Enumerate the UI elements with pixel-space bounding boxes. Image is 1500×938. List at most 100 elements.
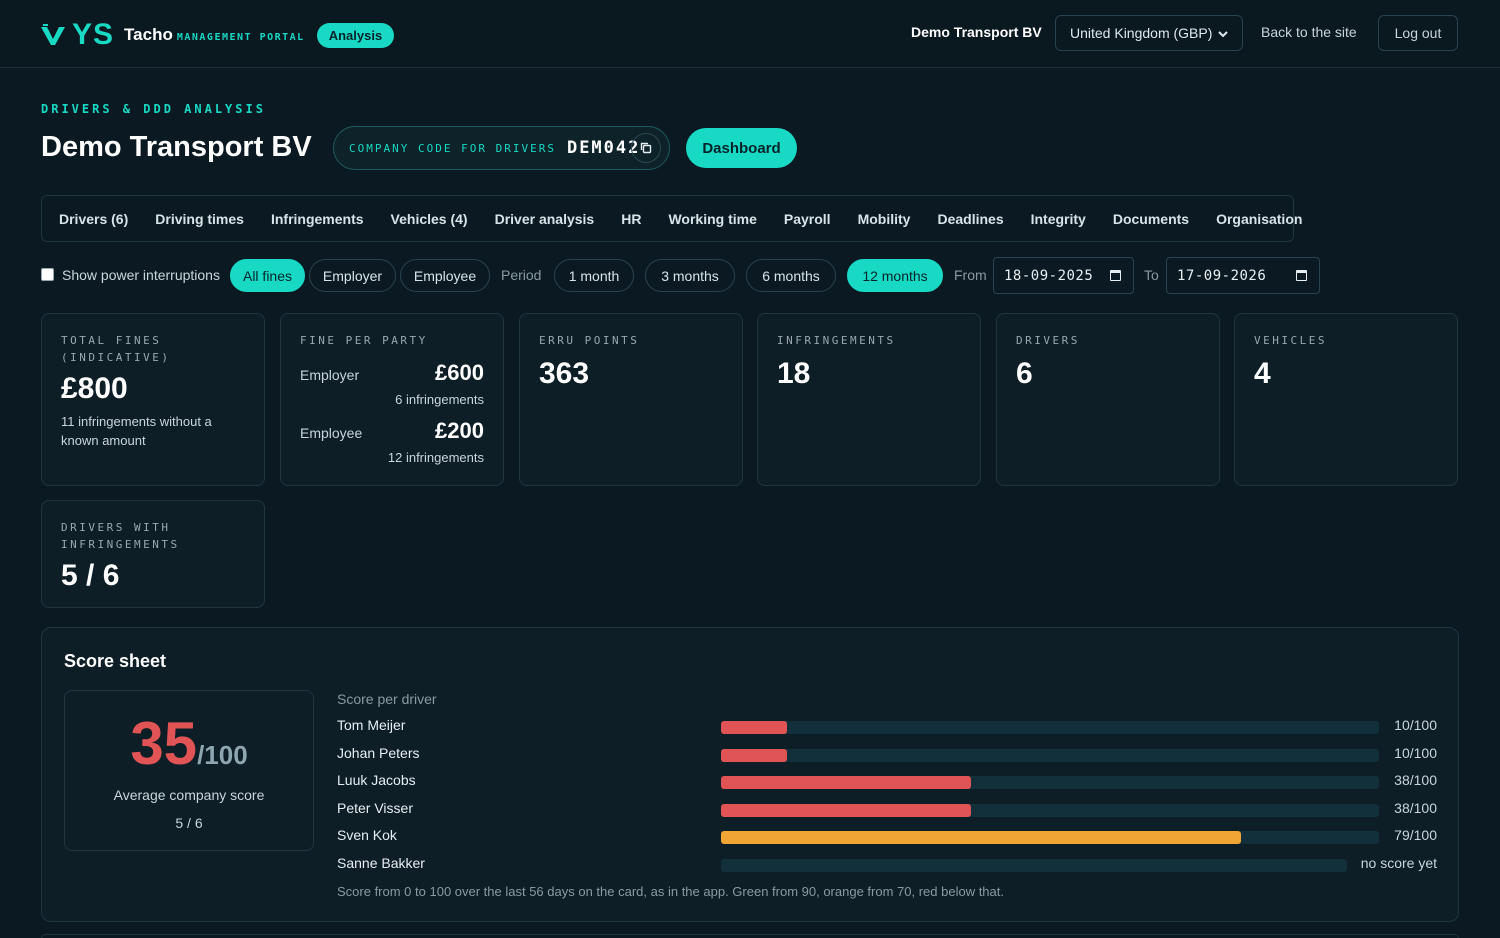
total-fines-card: TOTAL FINES (INDICATIVE) £800 11 infring…: [41, 313, 265, 486]
logo-mark-icon: [40, 23, 70, 47]
to-label: To: [1144, 267, 1159, 283]
score-bar-track: [721, 776, 1379, 790]
driver-name[interactable]: Luuk Jacobs: [337, 772, 416, 788]
employer-count: 6 infringements: [395, 392, 484, 407]
erru-points-card: ERRU POINTS 363: [519, 313, 743, 486]
current-company: Demo Transport BV: [911, 24, 1042, 40]
period-12-months[interactable]: 12 months: [847, 259, 943, 292]
driver-score-value: 79/100: [1394, 827, 1437, 844]
score-bar-fill: [721, 831, 1241, 845]
vehicles-value: 4: [1254, 357, 1271, 390]
driver-score-row: Sven Kok 79/100: [337, 827, 1437, 847]
driver-score-row: Luuk Jacobs 38/100: [337, 772, 1437, 792]
driver-score-value: 38/100: [1394, 772, 1437, 789]
average-score-box: 35/100 Average company score 5 / 6: [64, 690, 314, 851]
score-bar-track: [721, 859, 1347, 872]
driver-score-value: 38/100: [1394, 799, 1437, 816]
period-6-months[interactable]: 6 months: [746, 259, 836, 292]
tab-organisation[interactable]: Organisation: [1216, 211, 1302, 227]
logout-button[interactable]: Log out: [1378, 15, 1458, 51]
driver-name[interactable]: Johan Peters: [337, 745, 420, 761]
section-badge: Analysis: [316, 22, 395, 48]
drivers-with-infringements-card: DRIVERS WITH INFRINGEMENTS 5 / 6: [41, 500, 265, 608]
score-footnote: Score from 0 to 100 over the last 56 day…: [337, 884, 1004, 899]
average-score-value: 35: [130, 710, 198, 777]
to-date-input[interactable]: 17-09-2026: [1166, 257, 1320, 294]
score-sheet-panel: Score sheet 35/100 Average company score…: [41, 627, 1459, 922]
calendar-icon[interactable]: [1110, 270, 1121, 281]
tab-payroll[interactable]: Payroll: [784, 211, 831, 227]
employer-amount: £600: [435, 360, 484, 385]
tab-driver-analysis[interactable]: Driver analysis: [495, 211, 595, 227]
back-to-site-link[interactable]: Back to the site: [1261, 24, 1357, 40]
erru-points-value: 363: [539, 357, 590, 390]
tab-deadlines[interactable]: Deadlines: [937, 211, 1003, 227]
tab-driving-times[interactable]: Driving times: [155, 211, 244, 227]
calendar-icon[interactable]: [1296, 270, 1307, 281]
drivers-label: DRIVERS: [1016, 334, 1080, 347]
country-select-value: United Kingdom (GBP): [1070, 25, 1213, 41]
total-fines-label: TOTAL FINES (INDICATIVE): [61, 334, 171, 364]
driver-score-row: Johan Peters 10/100: [337, 745, 1437, 765]
tab-mobility[interactable]: Mobility: [858, 211, 911, 227]
driver-score-value: 10/100: [1394, 717, 1437, 733]
drivers-card: DRIVERS 6: [996, 313, 1220, 486]
period-label: Period: [501, 267, 542, 283]
tab-documents[interactable]: Documents: [1113, 211, 1189, 227]
driver-name[interactable]: Sven Kok: [337, 827, 397, 843]
chevron-down-icon: [1218, 25, 1228, 41]
tab-infringements[interactable]: Infringements: [271, 211, 364, 227]
from-date-input[interactable]: 18-09-2025: [993, 257, 1134, 294]
driver-score-row: Peter Visser 38/100: [337, 800, 1437, 820]
average-score-denominator: /100: [197, 740, 248, 770]
score-bar-fill: [721, 748, 787, 762]
filter-bar: Show power interruptions All fines Emplo…: [41, 257, 1341, 294]
employee-name: Employee: [300, 425, 363, 441]
employee-count: 12 infringements: [387, 450, 484, 465]
tab-integrity[interactable]: Integrity: [1031, 211, 1086, 227]
page-title: Demo Transport BV: [41, 131, 312, 163]
employer-name: Employer: [300, 367, 360, 383]
fine-per-party-card: FINE PER PARTY Employer £600 6 infringem…: [280, 313, 504, 486]
to-date-value: 17-09-2026: [1177, 268, 1267, 284]
scored-driver-count: 5 / 6: [175, 815, 203, 831]
tab-drivers[interactable]: Drivers (6): [59, 211, 128, 227]
driver-name[interactable]: Sanne Bakker: [337, 855, 425, 871]
logo[interactable]: YS Tacho MANAGEMENT PORTAL Analysis: [40, 18, 395, 52]
period-1-month[interactable]: 1 month: [554, 259, 634, 292]
driver-score-value: 10/100: [1394, 744, 1437, 761]
score-bar-fill: [721, 803, 972, 817]
score-bar-track: [721, 721, 1379, 734]
vehicles-label: VEHICLES: [1254, 334, 1327, 347]
score-bar-fill: [721, 721, 787, 734]
copy-icon[interactable]: [631, 133, 661, 163]
driver-name[interactable]: Tom Meijer: [337, 717, 405, 733]
company-code-value: DEM042: [566, 138, 641, 158]
page-eyebrow: DRIVERS & DDD ANALYSIS: [41, 102, 266, 116]
employee-amount: £200: [435, 418, 484, 443]
tab-hr[interactable]: HR: [621, 211, 641, 227]
filter-employee[interactable]: Employee: [400, 259, 490, 292]
drivers-value: 6: [1016, 357, 1033, 390]
total-fines-value: £800: [61, 372, 128, 405]
driver-score-row: Sanne Bakker no score yet: [337, 855, 1437, 875]
power-interruptions-checkbox[interactable]: [41, 268, 54, 281]
score-per-driver-label: Score per driver: [337, 691, 437, 707]
section-tabs: Drivers (6) Driving times Infringements …: [41, 195, 1302, 242]
total-fines-note: 11 infringements without a known amount: [61, 414, 212, 448]
company-code-box: COMPANY CODE FOR DRIVERS DEM042: [333, 126, 670, 170]
driver-score-value: no score yet: [1360, 855, 1437, 871]
driver-score-row: Tom Meijer 10/100: [337, 717, 1437, 737]
drivers-with-infringements-value: 5 / 6: [61, 559, 120, 592]
period-3-months[interactable]: 3 months: [645, 259, 735, 292]
tab-vehicles[interactable]: Vehicles (4): [391, 211, 468, 227]
product-name: Tacho: [124, 25, 173, 44]
filter-all-fines[interactable]: All fines: [230, 259, 305, 292]
filter-employer[interactable]: Employer: [309, 259, 396, 292]
driver-name[interactable]: Peter Visser: [337, 800, 413, 816]
tab-working-time[interactable]: Working time: [668, 211, 756, 227]
country-select[interactable]: United Kingdom (GBP): [1055, 15, 1243, 51]
dashboard-button[interactable]: Dashboard: [686, 128, 797, 168]
score-bar-fill: [721, 776, 972, 790]
fine-per-party-label: FINE PER PARTY: [300, 334, 428, 347]
